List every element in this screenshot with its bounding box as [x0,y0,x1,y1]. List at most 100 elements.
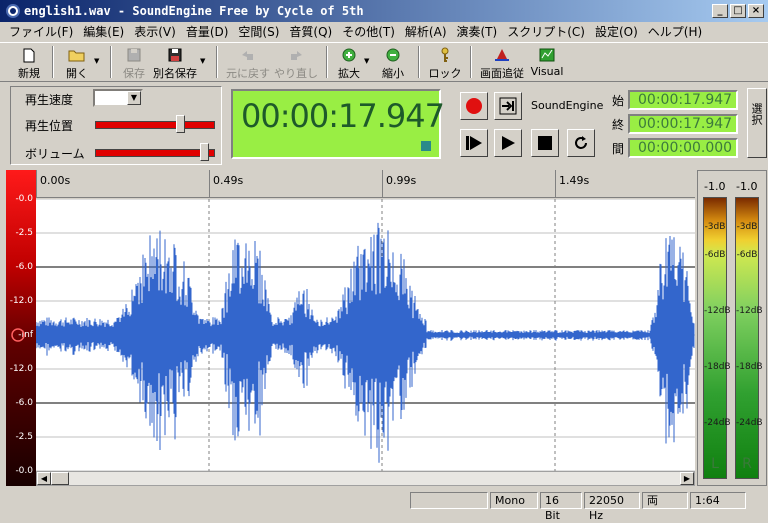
redo-button[interactable]: やり直し [272,43,320,81]
position-label: 再生位置 [25,118,74,133]
close-button[interactable]: × [748,4,764,18]
play-from-start-button[interactable] [460,129,488,157]
status-rate: 22050 Hz [584,491,640,522]
channel-marker-icon [11,328,25,342]
input-button[interactable] [494,92,522,120]
follow-label: 画面追従 [480,67,524,80]
selection-length-row: 間 00:00:00.000 [612,138,738,158]
selection-length-value[interactable]: 00:00:00.000 [628,138,738,158]
meter-tick: -12dB [704,306,731,316]
stop-button[interactable] [531,129,559,157]
toolbar-separator [470,46,472,78]
redo-label: やり直し [274,67,318,80]
follow-button[interactable]: 画面追従 [478,43,526,81]
menu-quality[interactable]: 音質(Q) [284,23,337,40]
meter-tick: -3dB [736,222,758,232]
menu-script[interactable]: スクリプト(C) [502,23,590,40]
time-ruler[interactable]: 0.00s 0.49s 0.99s 1.49s [36,170,695,198]
speed-label: 再生速度 [25,92,74,107]
selection-start-label: 始 [612,93,625,108]
chevron-down-icon[interactable]: ▼ [127,91,141,105]
menu-settings[interactable]: 設定(O) [590,23,643,40]
position-slider-thumb[interactable] [176,115,186,133]
save-as-button[interactable]: 別名保存 [150,43,200,81]
meter-tick: -3dB [704,222,726,232]
menu-analysis[interactable]: 解析(A) [400,23,452,40]
save-dropdown-arrow[interactable]: ▼ [200,43,210,65]
time-display: 00:00:17.947 [231,89,445,159]
menu-volume[interactable]: 音量(D) [181,23,234,40]
open-dropdown-arrow[interactable]: ▼ [94,43,104,65]
disc-icon[interactable] [6,4,20,18]
record-button[interactable] [460,92,488,120]
menu-play[interactable]: 演奏(T) [452,23,503,40]
scale-label: -12.0 [9,296,33,306]
key-icon [436,47,454,63]
menu-bar: ファイル(F) 編集(E) 表示(V) 音量(D) 空間(S) 音質(Q) その… [0,22,768,41]
zoom-in-icon [340,47,358,63]
zoom-out-button[interactable]: 縮小 [374,43,412,81]
scale-label: -12.0 [9,364,33,374]
menu-edit[interactable]: 編集(E) [78,23,129,40]
selection-start-value[interactable]: 00:00:17.947 [628,90,738,110]
undo-button[interactable]: 元に戻す [224,43,272,81]
scroll-left-arrow-icon[interactable]: ◀ [37,472,51,485]
meter-tick: -24dB [704,418,731,428]
play-button[interactable] [494,129,522,157]
right-peak-value: -1.0 [736,180,758,193]
meter-tick: -12dB [736,306,763,316]
volume-slider[interactable] [95,149,215,157]
undo-icon [239,47,257,63]
ruler-label: 0.99s [386,174,417,187]
horizontal-scrollbar[interactable]: ◀ ▶ [36,471,695,486]
scroll-thumb[interactable] [51,472,69,485]
new-button[interactable]: 新規 [12,43,46,81]
speed-select[interactable]: ▼ [93,89,143,107]
redo-icon [287,47,305,63]
zoom-in-button[interactable]: 拡大 [334,43,364,81]
menu-file[interactable]: ファイル(F) [4,23,78,40]
volume-label: ボリューム [25,146,85,161]
position-slider[interactable] [95,121,215,129]
save-button[interactable]: 保存 [118,43,150,81]
scale-label: -0.0 [15,194,33,204]
loop-button[interactable] [567,129,595,157]
menu-space[interactable]: 空間(S) [233,23,284,40]
new-label: 新規 [18,67,40,80]
waveform-view[interactable] [35,198,695,472]
scale-label: -0.0 [15,466,33,476]
selection-end-value[interactable]: 00:00:17.947 [628,114,738,134]
ruler-label: 1.49s [559,174,590,187]
lock-button[interactable]: ロック [426,43,464,81]
ruler-label: 0.49s [213,174,244,187]
selection-end-row: 終 00:00:17.947 [612,114,738,134]
visual-button[interactable]: Visual [526,43,568,81]
scale-label: -6.0 [15,262,33,272]
open-label: 開く [66,67,88,80]
undo-label: 元に戻す [226,67,270,80]
scroll-right-arrow-icon[interactable]: ▶ [680,472,694,485]
play-icon [502,136,515,150]
left-meter-bar: -3dB -6dB -12dB -18dB -24dB L [703,197,731,479]
select-side-button[interactable]: 選択 [747,88,767,158]
toolbar-separator [216,46,218,78]
toolbar: 新規 開く ▼ 保存 別名保存 ▼ 元に戻す やり直し 拡大 ▼ 縮小 ロック … [0,42,768,82]
menu-view[interactable]: 表示(V) [129,23,181,40]
minimize-button[interactable]: _ [712,4,728,18]
status-empty [410,491,488,509]
left-channel-label: L [711,456,719,472]
maximize-button[interactable]: □ [730,4,746,18]
zoom-dropdown-arrow[interactable]: ▼ [364,43,374,65]
arrow-into-box-icon [499,97,517,115]
new-file-icon [20,47,38,63]
save-as-label: 別名保存 [153,67,197,80]
playback-controls: 再生速度 ▼ 再生位置 ボリューム [10,86,222,165]
menu-help[interactable]: ヘルプ(H) [643,23,707,40]
left-peak-value: -1.0 [704,180,726,193]
meter-tick: -6dB [736,250,758,260]
menu-other[interactable]: その他(T) [337,23,400,40]
volume-slider-thumb[interactable] [200,143,210,161]
selection-length-label: 間 [612,141,625,156]
open-button[interactable]: 開く [60,43,94,81]
save-as-disk-icon [166,47,184,63]
